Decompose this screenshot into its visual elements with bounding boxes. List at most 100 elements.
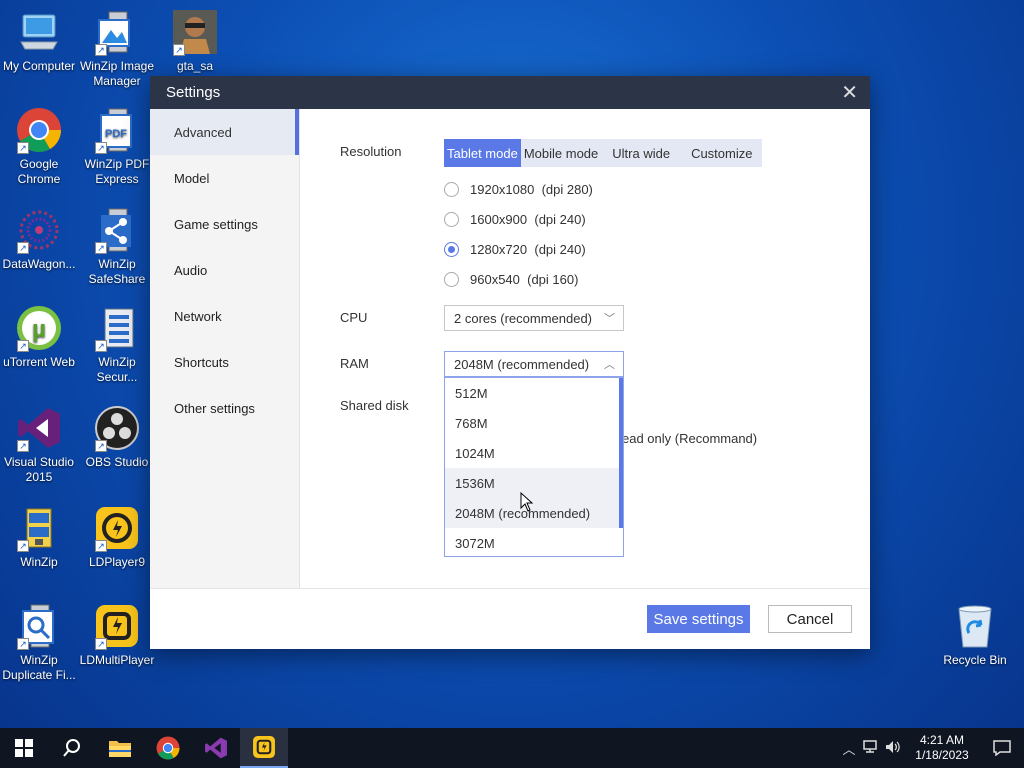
taskbar-ldplayer[interactable] [240,728,288,768]
desktop-icon-label: WinZip PDF Express [84,157,150,186]
ldplayer-icon: ↗ [93,504,141,552]
sidebar-item-other-settings[interactable]: Other settings [150,385,299,431]
desktop-icon-winzip[interactable]: ↗ WinZip [0,504,78,570]
tab-mobile-mode[interactable]: Mobile mode [521,139,601,167]
close-icon[interactable]: ✕ [841,83,858,103]
clock-date: 1/18/2023 [915,748,969,762]
radio-button[interactable] [444,272,459,287]
desktop-icon-label: LDMultiPlayer [79,653,155,667]
desktop-icon-winzip-safeshare[interactable]: ↗ WinZip SafeShare [78,206,156,287]
desktop-icon-label: WinZip Duplicate Fi... [2,653,76,682]
resolution-value: 1600x900 [470,212,528,227]
dialog-title-bar[interactable]: Settings ✕ [150,76,870,109]
sidebar-item-advanced[interactable]: Advanced [150,109,299,155]
desktop-icon-datawagon[interactable]: ↗ DataWagon... [0,206,78,272]
notifications-button[interactable] [980,728,1024,768]
shortcut-arrow-icon: ↗ [17,540,29,552]
winzip-image-manager-icon: ↗ [93,8,141,56]
ram-option-3072m[interactable]: 3072M [445,528,623,556]
windows-logo-icon [15,739,33,757]
svg-text:µ: µ [32,316,46,343]
shortcut-arrow-icon: ↗ [17,638,29,650]
radio-button-checked[interactable] [444,242,459,257]
resolution-option-1600x900[interactable]: 1600x900 (dpi 240) [444,212,586,227]
gta-sa-icon: ↗ [171,8,219,56]
desktop-icon-label: uTorrent Web [3,355,75,369]
chrome-icon [156,736,180,760]
settings-dialog: Settings ✕ Advanced Model Game settings … [150,76,870,649]
obs-icon: ↗ [93,404,141,452]
desktop-icon-winzip-duplicate[interactable]: ↗ WinZip Duplicate Fi... [0,602,78,683]
sidebar-item-audio[interactable]: Audio [150,247,299,293]
ram-option-768m[interactable]: 768M [445,408,623,438]
network-icon[interactable] [860,739,882,757]
notification-icon [993,740,1011,756]
tab-customize[interactable]: Customize [681,139,762,167]
search-button[interactable] [48,728,96,768]
shortcut-arrow-icon: ↗ [95,44,107,56]
shortcut-arrow-icon: ↗ [17,440,29,452]
desktop-icon-obs-studio[interactable]: ↗ OBS Studio [78,404,156,470]
ram-option-2048m[interactable]: 2048M (recommended) [445,498,623,528]
ram-option-512m[interactable]: 512M [445,378,623,408]
desktop-icon-label: LDPlayer9 [88,555,146,569]
shortcut-arrow-icon: ↗ [17,340,29,352]
taskbar-clock[interactable]: 4:21 AM 1/18/2023 [904,733,980,763]
chevron-up-icon[interactable]: ︿ [838,739,860,758]
ram-select[interactable]: 2048M (recommended) ︿ [444,351,624,377]
shared-disk-label: Shared disk [340,398,409,413]
desktop-icon-label: My Computer [2,59,76,73]
visual-studio-icon [205,737,227,759]
desktop-icon-winzip-image-manager[interactable]: ↗ WinZip Image Manager [78,8,156,89]
desktop-icon-label: WinZip Secur... [96,355,138,384]
desktop-icon-ldplayer9[interactable]: ↗ LDPlayer9 [78,504,156,570]
desktop-icon-winzip-secure[interactable]: ↗ WinZip Secur... [78,304,156,385]
desktop-icon-label: WinZip [20,555,58,569]
desktop-icon-label: Recycle Bin [943,653,1007,667]
save-settings-button[interactable]: Save settings [647,605,750,633]
start-button[interactable] [0,728,48,768]
cpu-select[interactable]: 2 cores (recommended) ﹀ [444,305,624,331]
sidebar-item-network[interactable]: Network [150,293,299,339]
settings-sidebar: Advanced Model Game settings Audio Netwo… [150,109,300,588]
resolution-option-1920x1080[interactable]: 1920x1080 (dpi 280) [444,182,593,197]
dropdown-scrollbar[interactable] [619,378,623,528]
desktop-icon-ldmultiplayer[interactable]: ↗ LDMultiPlayer [78,602,156,668]
shortcut-arrow-icon: ↗ [95,440,107,452]
cancel-button[interactable]: Cancel [768,605,852,633]
sidebar-item-model[interactable]: Model [150,155,299,201]
shortcut-arrow-icon: ↗ [95,242,107,254]
volume-icon[interactable] [882,740,904,757]
desktop-icon-google-chrome[interactable]: ↗ Google Chrome [0,106,78,187]
taskbar-visual-studio[interactable] [192,728,240,768]
desktop-icon-label: OBS Studio [85,455,149,469]
desktop-icon-visual-studio-2015[interactable]: ↗ Visual Studio 2015 [0,404,78,485]
resolution-dpi: (dpi 240) [534,212,586,227]
resolution-option-1280x720[interactable]: 1280x720 (dpi 240) [444,242,586,257]
resolution-dpi: (dpi 240) [534,242,586,257]
resolution-option-960x540[interactable]: 960x540 (dpi 160) [444,272,578,287]
tab-tablet-mode[interactable]: Tablet mode [444,139,521,167]
mouse-cursor-icon [520,492,534,512]
sidebar-item-game-settings[interactable]: Game settings [150,201,299,247]
resolution-value: 1280x720 [470,242,528,257]
resolution-value: 1920x1080 [470,182,535,197]
desktop-icon-utorrent-web[interactable]: µ ↗ uTorrent Web [0,304,78,370]
taskbar-file-explorer[interactable] [96,728,144,768]
cpu-select-value: 2 cores (recommended) [454,310,592,326]
tab-ultra-wide[interactable]: Ultra wide [601,139,681,167]
desktop-icon-winzip-pdf-express[interactable]: PDF ↗ WinZip PDF Express [78,106,156,187]
desktop-icon-my-computer[interactable]: My Computer [0,8,78,74]
radio-button[interactable] [444,212,459,227]
shortcut-arrow-icon: ↗ [173,44,185,56]
ram-option-1536m[interactable]: 1536M [445,468,623,498]
resolution-mode-tabs: Tablet mode Mobile mode Ultra wide Custo… [444,139,763,167]
resolution-dpi: (dpi 160) [527,272,579,287]
taskbar-chrome[interactable] [144,728,192,768]
svg-text:PDF: PDF [105,128,127,140]
desktop-icon-recycle-bin[interactable]: Recycle Bin [936,602,1014,668]
ram-option-1024m[interactable]: 1024M [445,438,623,468]
sidebar-item-shortcuts[interactable]: Shortcuts [150,339,299,385]
radio-button[interactable] [444,182,459,197]
desktop-icon-gta-sa[interactable]: ↗ gta_sa [156,8,234,74]
